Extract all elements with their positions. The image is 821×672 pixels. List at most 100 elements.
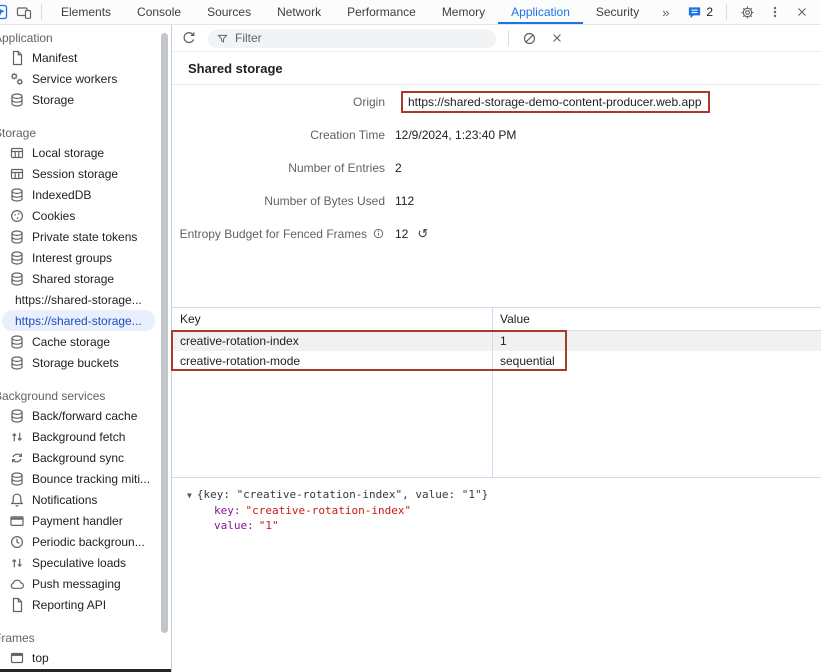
tab-network[interactable]: Network <box>264 0 334 24</box>
sidebar-item-back-forward-cache[interactable]: Back/forward cache <box>0 405 171 426</box>
issues-button[interactable]: 2 <box>687 5 713 20</box>
shared-storage-panel: Shared storage Origin https://shared-sto… <box>172 25 821 672</box>
origin-value: https://shared-storage-demo-content-prod… <box>408 95 702 109</box>
sidebar-item-local-storage[interactable]: Local storage <box>0 142 171 163</box>
sidebar-item-notifications[interactable]: Notifications <box>0 489 171 510</box>
sidebar-item-reporting-api[interactable]: Reporting API <box>0 594 171 615</box>
column-header-key[interactable]: Key <box>172 312 492 326</box>
sidebar-item-background-sync[interactable]: Background sync <box>0 447 171 468</box>
sidebar-item-shared-storage-origin-2-selected[interactable]: https://shared-storage... <box>2 310 155 331</box>
tab-application[interactable]: Application <box>498 0 583 24</box>
filter-input[interactable] <box>235 31 488 45</box>
sidebar-item-storage-buckets[interactable]: Storage buckets <box>0 352 171 373</box>
section-header-background-services: Background services <box>0 387 171 405</box>
property-value: "1" <box>259 519 279 532</box>
reset-undo-icon[interactable]: ↺ <box>417 227 428 240</box>
grid-icon <box>9 145 25 161</box>
table-row[interactable]: creative-rotation-mode sequential <box>172 351 821 371</box>
sidebar-item-label: Session storage <box>32 167 118 181</box>
entry-preview-pane: ▼ {key: "creative-rotation-index", value… <box>172 478 821 672</box>
section-header-frames: Frames <box>0 629 171 647</box>
refresh-icon[interactable] <box>181 30 197 46</box>
sidebar-item-manifest[interactable]: Manifest <box>0 47 171 68</box>
sidebar-item-label: Service workers <box>32 72 117 86</box>
sidebar-item-label: Cookies <box>32 209 75 223</box>
sidebar-item-indexeddb[interactable]: IndexedDB <box>0 184 171 205</box>
database-icon <box>9 334 25 350</box>
database-icon <box>9 229 25 245</box>
sidebar-item-periodic-background-sync[interactable]: Periodic backgroun... <box>0 531 171 552</box>
sidebar-item-label: top <box>32 651 49 665</box>
sidebar-item-label: Background fetch <box>32 430 125 444</box>
table-row[interactable]: creative-rotation-index 1 <box>172 331 821 351</box>
device-toolbar-icon[interactable] <box>16 4 32 20</box>
entries-value: 2 <box>395 161 402 175</box>
sidebar-item-label: Local storage <box>32 146 104 160</box>
property-name: value: <box>214 519 254 532</box>
sidebar-item-payment-handler[interactable]: Payment handler <box>0 510 171 531</box>
tab-performance[interactable]: Performance <box>334 0 429 24</box>
clear-close-icon[interactable] <box>550 31 564 45</box>
cell-key: creative-rotation-index <box>172 334 492 348</box>
file-icon <box>9 597 25 613</box>
field-number-of-bytes: Number of Bytes Used 112 <box>172 184 821 217</box>
sidebar-item-label: Cache storage <box>32 335 110 349</box>
expand-caret-icon[interactable]: ▼ <box>187 488 192 503</box>
sidebar-item-background-fetch[interactable]: Background fetch <box>0 426 171 447</box>
sidebar-item-speculative-loads[interactable]: Speculative loads <box>0 552 171 573</box>
sidebar-item-cookies[interactable]: Cookies <box>0 205 171 226</box>
object-preview-summary: {key: "creative-rotation-index", value: … <box>197 487 488 502</box>
key-value-table: Key Value creative-rotation-index 1 crea… <box>172 307 821 478</box>
sidebar-item-shared-storage-origin-1[interactable]: https://shared-storage... <box>0 289 171 310</box>
bytes-value: 112 <box>395 194 414 208</box>
block-icon[interactable] <box>522 31 537 46</box>
file-icon <box>9 50 25 66</box>
tab-security[interactable]: Security <box>583 0 652 24</box>
sidebar-item-cache-storage[interactable]: Cache storage <box>0 331 171 352</box>
sidebar-item-label: https://shared-storage... <box>15 293 142 307</box>
tab-memory[interactable]: Memory <box>429 0 498 24</box>
tab-elements[interactable]: Elements <box>48 0 124 24</box>
cell-value: sequential <box>492 354 555 368</box>
kebab-menu-icon[interactable] <box>768 5 782 19</box>
section-header-application: Application <box>0 29 171 47</box>
tab-sources[interactable]: Sources <box>194 0 264 24</box>
bell-icon <box>9 492 25 508</box>
sidebar-item-label: Reporting API <box>32 598 106 612</box>
info-icon[interactable] <box>372 227 385 240</box>
sidebar-scrollbar[interactable] <box>161 33 168 633</box>
cookie-icon <box>9 208 25 224</box>
sidebar-item-shared-storage[interactable]: Shared storage <box>0 268 171 289</box>
sidebar-item-label: Private state tokens <box>32 230 137 244</box>
sidebar-item-private-state-tokens[interactable]: Private state tokens <box>0 226 171 247</box>
tab-console[interactable]: Console <box>124 0 194 24</box>
sidebar-item-label: Background sync <box>32 451 124 465</box>
column-header-value[interactable]: Value <box>492 312 530 326</box>
more-tabs-chevron-icon[interactable]: » <box>652 0 679 24</box>
field-label: Origin <box>172 95 385 109</box>
sidebar-item-service-workers[interactable]: Service workers <box>0 68 171 89</box>
sidebar-item-bounce-tracking[interactable]: Bounce tracking miti... <box>0 468 171 489</box>
filter-box[interactable] <box>208 29 496 48</box>
inspect-icon[interactable] <box>0 2 10 22</box>
database-icon <box>9 471 25 487</box>
sidebar-item-top-frame[interactable]: top <box>0 647 171 668</box>
divider <box>508 30 509 46</box>
settings-gear-icon[interactable] <box>740 5 755 20</box>
origin-annotation-box: https://shared-storage-demo-content-prod… <box>401 91 710 113</box>
field-number-of-entries: Number of Entries 2 <box>172 151 821 184</box>
sidebar-item-session-storage[interactable]: Session storage <box>0 163 171 184</box>
sync-icon <box>9 450 25 466</box>
sidebar-item-storage[interactable]: Storage <box>0 89 171 110</box>
database-icon <box>9 250 25 266</box>
sidebar-item-interest-groups[interactable]: Interest groups <box>0 247 171 268</box>
property-value: "creative-rotation-index" <box>246 504 412 517</box>
database-icon <box>9 355 25 371</box>
sidebar-item-push-messaging[interactable]: Push messaging <box>0 573 171 594</box>
column-divider[interactable] <box>492 308 493 477</box>
frame-icon <box>9 650 25 666</box>
sidebar-item-label: Storage buckets <box>32 356 119 370</box>
field-creation-time: Creation Time 12/9/2024, 1:23:40 PM <box>172 118 821 151</box>
close-icon[interactable] <box>795 5 809 19</box>
page-title: Shared storage <box>188 61 283 76</box>
